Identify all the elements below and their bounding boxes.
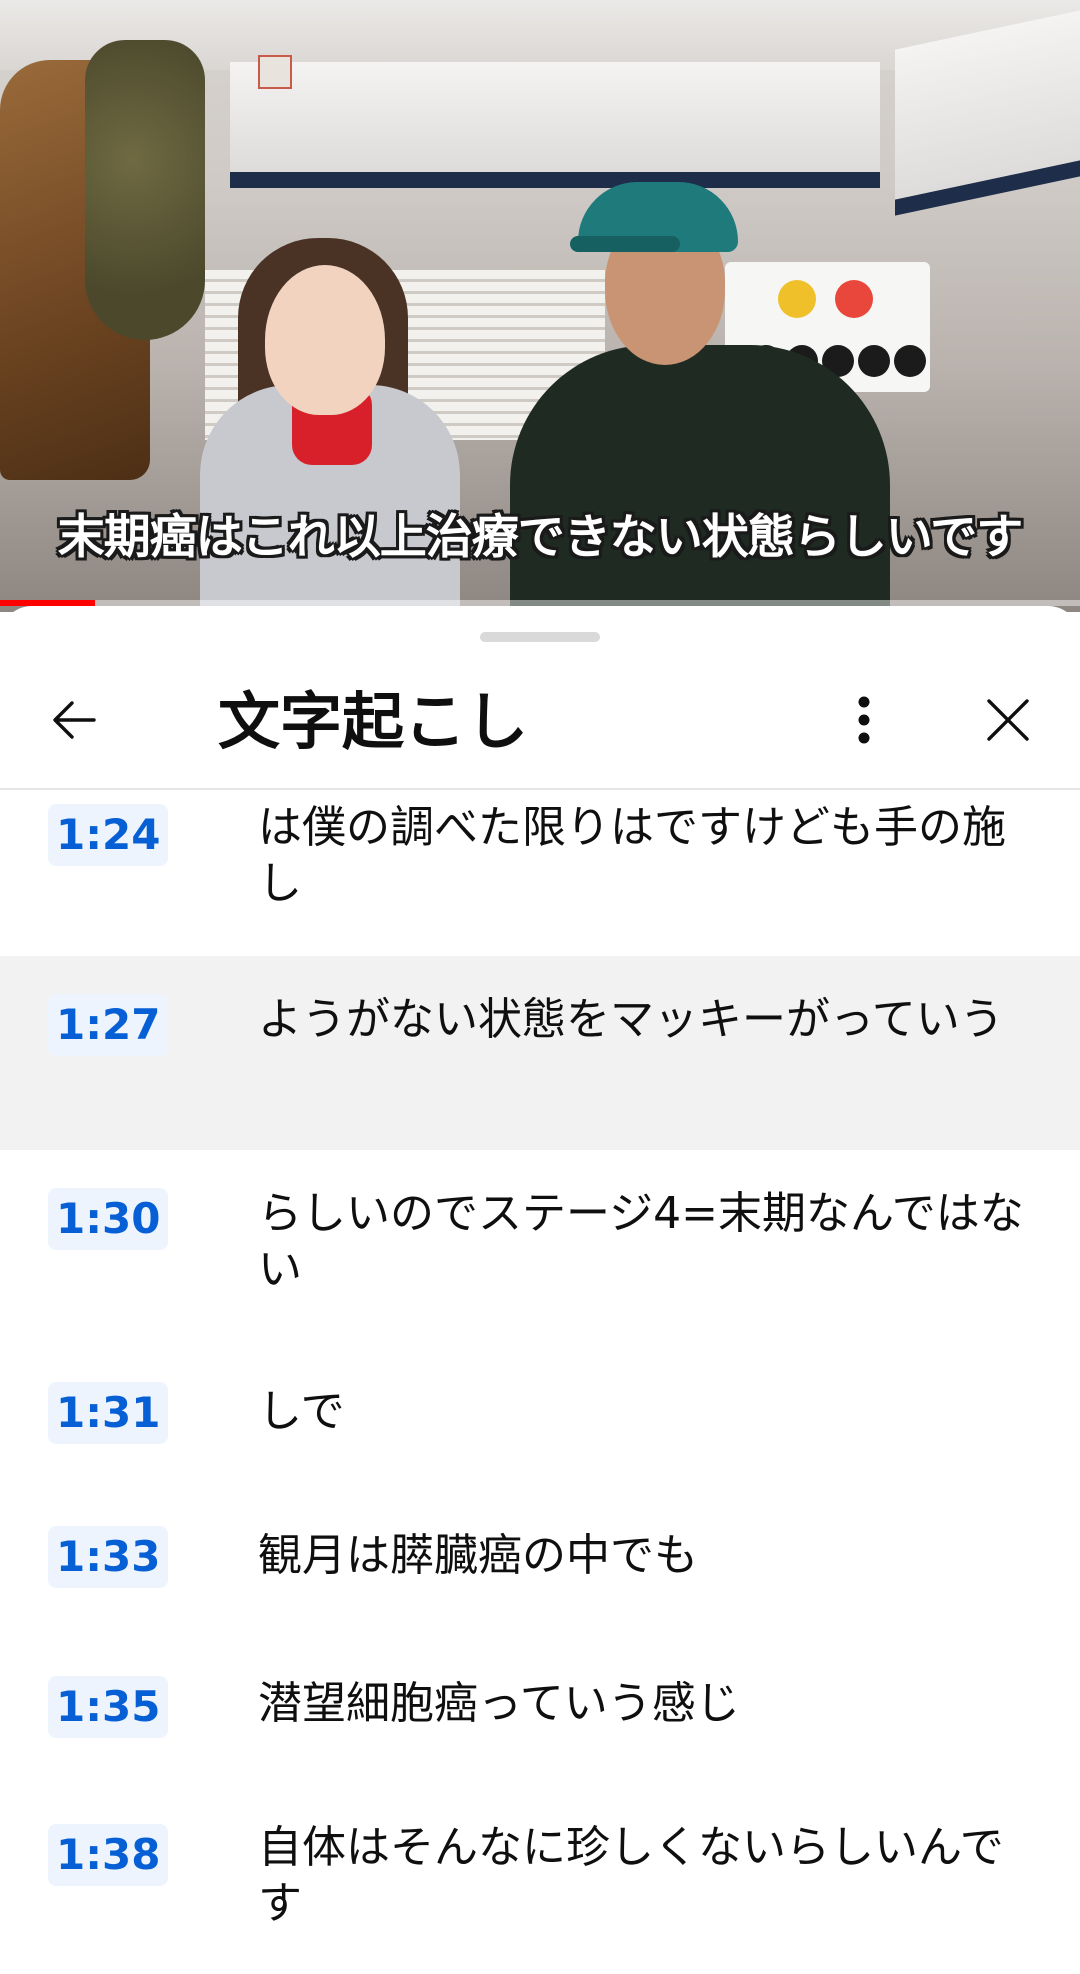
video-scene-sticker [778,280,816,318]
transcript-segment[interactable]: 1:30 らしいのでステージ4=末期なんではない [0,1150,1080,1350]
segment-timestamp[interactable]: 1:27 [48,994,169,1056]
more-vert-icon [858,696,870,744]
segment-text: ようがない状態をマッキーがっていう [258,994,1004,1045]
more-options-button[interactable] [824,680,904,760]
segment-text: らしいのでステージ4=末期なんではない [258,1188,1024,1295]
video-scene-dot [858,345,890,377]
transcript-segment-active[interactable]: 1:27 ようがない状態をマッキーがっていう [0,956,1080,1150]
segment-timestamp[interactable]: 1:30 [48,1188,169,1250]
segment-text: しで [258,1386,345,1437]
video-scene-cabinet [560,62,880,188]
transcript-segment[interactable]: 1:33 観月は膵臓癌の中でも [0,1496,1080,1646]
panel-title: 文字起こし [218,685,529,758]
transcript-segment[interactable]: 1:38 自体はそんなに珍しくないらしいんです [0,1794,1080,1964]
video-scene-coat [85,40,205,340]
transcript-header: 文字起こし [0,662,1080,788]
segment-timestamp[interactable]: 1:33 [48,1526,169,1588]
segment-timestamp[interactable]: 1:35 [48,1676,169,1738]
video-scene-dot [894,345,926,377]
drag-handle[interactable] [480,632,600,642]
segment-timestamp[interactable]: 1:24 [48,804,169,866]
transcript-segment[interactable]: 1:35 潜望細胞癌っていう感じ [0,1646,1080,1794]
segment-text: は僕の調べた限りはですけども手の施し [258,802,1006,909]
transcript-segment[interactable]: 1:24 は僕の調べた限りはですけども手の施し [0,790,1080,956]
segment-text: 観月は膵臓癌の中でも [258,1530,698,1581]
back-button[interactable] [34,680,114,760]
segment-text: 自体はそんなに珍しくないらしいんです [258,1822,1004,1929]
video-player[interactable]: 末期癌はこれ以上治療できない状態らしいです [0,0,1080,612]
video-scene-person-body [510,345,890,612]
video-scene-cup [258,55,292,89]
video-scene-person-cap-brim [570,236,680,252]
video-caption: 末期癌はこれ以上治療できない状態らしいです [57,510,1024,565]
transcript-list: 1:24 は僕の調べた限りはですけども手の施し 1:27 ようがない状態をマッキ… [0,790,1080,1964]
segment-timestamp[interactable]: 1:31 [48,1382,169,1444]
close-icon [987,699,1029,741]
video-scene-sticker [835,280,873,318]
segment-timestamp[interactable]: 1:38 [48,1824,169,1886]
segment-text: 潜望細胞癌っていう感じ [258,1678,740,1729]
video-scene-person-face [265,265,385,415]
transcript-panel: 文字起こし 1:24 は僕の調べた限りはですけども手の施し 1:27 ようがない… [0,606,1080,1974]
transcript-segment[interactable]: 1:31 しで [0,1350,1080,1496]
arrow-left-icon [53,701,96,739]
close-button[interactable] [968,680,1048,760]
